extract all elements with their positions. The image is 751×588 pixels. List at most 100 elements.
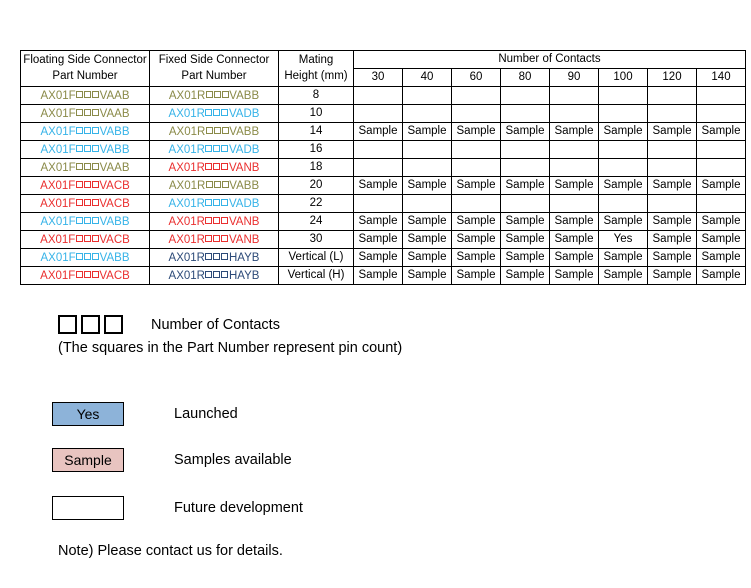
pin-count-squares-label: Number of Contacts (151, 316, 280, 333)
cell-status-60: Sample (451, 230, 501, 249)
cell-status-30: Sample (353, 266, 403, 285)
legend-description-future: Future development (174, 500, 303, 516)
cell-status-40: Sample (402, 122, 452, 141)
cell-status-40: Sample (402, 230, 452, 249)
floating-part-number-4-square-icon-3 (92, 163, 100, 171)
floating-part-number-3-square-icon-1 (76, 145, 84, 153)
fixed-part-number-1-prefix: AX01R (168, 107, 205, 120)
floating-part-number-1-pin-count-squares-icon (76, 107, 100, 119)
cell-status-80: Sample (500, 230, 550, 249)
floating-part-number-1-square-icon-2 (84, 109, 92, 117)
floating-part-number-4-suffix: VAAB (99, 161, 130, 174)
fixed-part-number-0-square-icon-2 (213, 91, 221, 99)
cell-fixed-part-number: AX01R VADB (149, 194, 279, 213)
cell-status-90 (549, 104, 599, 123)
floating-part-number-5-prefix: AX01F (40, 179, 76, 192)
fixed-part-number-0-prefix: AX01R (168, 89, 206, 102)
fixed-part-number-1: AX01R VADB (169, 108, 260, 120)
cell-status-90: Sample (549, 230, 599, 249)
cell-status-80 (500, 86, 550, 105)
table-row: AX01F VACB AX01R HAYB Vertical (H) Sample Samp… (20, 266, 746, 285)
floating-part-number-3-square-icon-3 (92, 145, 100, 153)
floating-part-number-10-square-icon-3 (91, 271, 99, 279)
cell-status-30 (353, 194, 403, 213)
pin-count-squares-note: (The squares in the Part Number represen… (58, 340, 403, 356)
cell-status-60: Sample (451, 176, 501, 195)
floating-part-number-8-square-icon-2 (83, 235, 91, 243)
cell-status-140: Sample (696, 176, 746, 195)
header-contact-count-140: 140 (696, 68, 746, 87)
header-floating-line1: Floating Side Connector (23, 53, 147, 66)
fixed-part-number-7-prefix: AX01R (168, 215, 205, 228)
pin-count-squares-icon (58, 315, 123, 334)
header-mating-line1: Mating (298, 53, 334, 66)
floating-part-number-6: AX01F VACB (40, 198, 130, 210)
floating-part-number-0-prefix: AX01F (40, 89, 76, 102)
footer-note: Note) Please contact us for details. (58, 543, 283, 559)
table-row: AX01F VACB AX01R VABB 20 Sample Sample Sample Sa… (20, 176, 746, 195)
table-row: AX01F VACB AX01R VADB 22 (20, 194, 746, 213)
cell-status-90: Sample (549, 176, 599, 195)
floating-part-number-8-prefix: AX01F (40, 233, 76, 246)
floating-part-number-10-pin-count-squares-icon (75, 269, 99, 281)
header-fixed-side-connector: Fixed Side Connector Part Number (149, 50, 279, 87)
cell-status-140: Sample (696, 266, 746, 285)
fixed-part-number-4-square-icon-3 (221, 163, 229, 171)
cell-status-100: Sample (598, 212, 648, 231)
fixed-part-number-1-square-icon-2 (213, 109, 221, 117)
floating-part-number-1-square-icon-1 (76, 109, 84, 117)
fixed-part-number-6-pin-count-squares-icon (205, 197, 229, 209)
fixed-part-number-6-prefix: AX01R (168, 197, 205, 210)
fixed-part-number-0-square-icon-3 (221, 91, 229, 99)
floating-part-number-1-square-icon-3 (92, 109, 100, 117)
square-icon-2 (81, 315, 100, 334)
fixed-part-number-8-suffix: VANB (228, 233, 260, 246)
fixed-part-number-0: AX01R VABB (169, 90, 259, 102)
cell-status-80 (500, 140, 550, 159)
fixed-part-number-5-square-icon-3 (221, 181, 229, 189)
cell-status-40 (402, 194, 452, 213)
cell-status-80 (500, 194, 550, 213)
cell-status-90 (549, 194, 599, 213)
cell-fixed-part-number: AX01R VANB (149, 212, 279, 231)
legend-box-future (52, 496, 124, 520)
pin-count-squares-legend: Number of Contacts (58, 315, 280, 334)
cell-status-140: Sample (696, 248, 746, 267)
floating-part-number-5-square-icon-3 (91, 181, 99, 189)
cell-status-90 (549, 158, 599, 177)
cell-mating-height: 10 (278, 104, 354, 123)
fixed-part-number-9-pin-count-squares-icon (205, 251, 229, 263)
floating-part-number-1-prefix: AX01F (40, 107, 76, 120)
cell-mating-height: Vertical (H) (278, 266, 354, 285)
floating-part-number-3-suffix: VABB (99, 143, 130, 156)
fixed-part-number-8-pin-count-squares-icon (205, 233, 229, 245)
cell-status-60: Sample (451, 266, 501, 285)
cell-status-30 (353, 86, 403, 105)
cell-status-30: Sample (353, 176, 403, 195)
fixed-part-number-6: AX01R VADB (169, 198, 260, 210)
square-icon-1 (58, 315, 77, 334)
connector-table: Floating Side Connector Part Number Fixe… (20, 50, 746, 285)
floating-part-number-6-square-icon-3 (91, 199, 99, 207)
cell-status-140 (696, 104, 746, 123)
header-contact-count-40: 40 (402, 68, 452, 87)
cell-floating-part-number: AX01F VABB (20, 122, 150, 141)
cell-status-100: Sample (598, 248, 648, 267)
legend-item-future: Future development (52, 496, 303, 520)
fixed-part-number-4: AX01R VANB (169, 162, 260, 174)
cell-floating-part-number: AX01F VABB (20, 140, 150, 159)
fixed-part-number-8: AX01R VANB (169, 234, 260, 246)
cell-status-40: Sample (402, 266, 452, 285)
table-body: AX01F VAAB AX01R VABB 8 AX01F VAAB AX01R VADB 10 A… (20, 86, 746, 285)
cell-status-120 (647, 86, 697, 105)
cell-mating-height: 18 (278, 158, 354, 177)
cell-status-140 (696, 140, 746, 159)
fixed-part-number-7-pin-count-squares-icon (205, 215, 229, 227)
floating-part-number-7-prefix: AX01F (40, 215, 76, 228)
floating-part-number-3-prefix: AX01F (40, 143, 76, 156)
cell-status-60 (451, 194, 501, 213)
cell-status-40 (402, 104, 452, 123)
floating-part-number-7-pin-count-squares-icon (76, 215, 100, 227)
cell-status-100: Yes (598, 230, 648, 249)
cell-fixed-part-number: AX01R VADB (149, 140, 279, 159)
